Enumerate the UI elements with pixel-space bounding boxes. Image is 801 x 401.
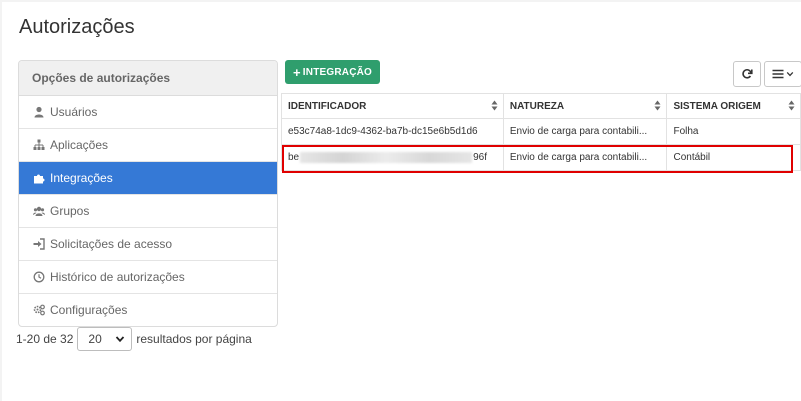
columns-menu-button[interactable]	[764, 61, 801, 87]
chevron-down-icon	[786, 71, 794, 77]
table-row[interactable]: be 96f Envio de carga para contabili... C…	[281, 144, 801, 171]
cell-identificador: be 96f	[281, 144, 504, 171]
cell-natureza: Envio de carga para contabili...	[502, 118, 668, 145]
add-integration-label: INTEGRAÇÃO	[302, 66, 373, 78]
refresh-button[interactable]	[733, 61, 761, 87]
sidebar-header: Opções de autorizações	[19, 61, 277, 96]
sidebar-item-label: Aplicações	[50, 138, 109, 152]
gears-icon	[33, 304, 45, 316]
sign-in-icon	[33, 238, 45, 250]
sidebar: Opções de autorizações Usuários Aplicaçõ…	[18, 60, 278, 327]
sidebar-item-aplicacoes[interactable]: Aplicações	[19, 129, 277, 162]
sitemap-icon	[33, 139, 45, 151]
table-row[interactable]: e53c74a8-1dc9-4362-ba7b-dc15e6b5d1d6 Env…	[281, 118, 801, 145]
pagination-suffix: resultados por página	[136, 332, 252, 346]
sidebar-item-label: Grupos	[50, 204, 90, 218]
add-integration-button[interactable]: + INTEGRAÇÃO	[285, 60, 381, 84]
users-icon	[33, 205, 45, 217]
sort-icon	[788, 100, 795, 111]
sidebar-item-label: Configurações	[50, 303, 128, 317]
column-header-label: IDENTIFICADOR	[288, 100, 367, 112]
cell-sistema-origem: Contábil	[666, 144, 801, 171]
cell-sistema-origem: Folha	[666, 118, 801, 145]
column-header-sistema-origem[interactable]: SISTEMA ORIGEM	[666, 93, 801, 119]
history-icon	[33, 271, 45, 283]
refresh-icon	[742, 69, 753, 79]
list-icon	[772, 69, 784, 79]
pagination-range: 1-20 de 32	[16, 332, 74, 346]
sidebar-item-configuracoes[interactable]: Configurações	[19, 294, 277, 326]
sidebar-item-label: Solicitações de acesso	[50, 237, 173, 251]
sidebar-item-label: Usuários	[50, 105, 98, 119]
sidebar-item-integracoes[interactable]: Integrações	[19, 162, 277, 195]
cell-natureza: Envio de carga para contabili...	[502, 144, 668, 171]
column-header-natureza[interactable]: NATUREZA	[502, 93, 668, 119]
sort-icon	[491, 100, 498, 111]
cell-identificador: e53c74a8-1dc9-4362-ba7b-dc15e6b5d1d6	[281, 118, 504, 145]
sort-icon	[654, 100, 661, 111]
page-size-value: 20	[88, 332, 102, 346]
sidebar-item-label: Histórico de autorizações	[50, 270, 185, 284]
page-size-select[interactable]: 20	[77, 327, 133, 351]
table-header-row: IDENTIFICADOR NATUREZA SISTEMA ORIGEM	[281, 93, 801, 119]
column-header-label: SISTEMA ORIGEM	[673, 100, 761, 112]
column-header-label: NATUREZA	[509, 100, 565, 112]
puzzle-icon	[33, 172, 45, 184]
sidebar-item-label: Integrações	[50, 171, 113, 185]
user-icon	[33, 106, 45, 118]
page-title: Autorizações	[19, 16, 135, 38]
identificador-start: be	[288, 152, 300, 164]
sidebar-item-usuarios[interactable]: Usuários	[19, 96, 277, 129]
sidebar-item-grupos[interactable]: Grupos	[19, 195, 277, 228]
redacted-text	[300, 151, 473, 163]
sidebar-item-historico[interactable]: Histórico de autorizações	[19, 261, 277, 294]
chevron-down-icon	[116, 336, 125, 343]
integrations-table: IDENTIFICADOR NATUREZA SISTEMA ORIGEM e5…	[281, 93, 801, 171]
pagination: 1-20 de 32 20 resultados por página	[16, 327, 252, 351]
identificador-end: 96f	[473, 152, 488, 164]
plus-icon: +	[293, 64, 301, 80]
page: Autorizações Opções de autorizações Usuá…	[2, 2, 801, 401]
sidebar-item-solicitacoes[interactable]: Solicitações de acesso	[19, 228, 277, 261]
column-header-identificador[interactable]: IDENTIFICADOR	[281, 93, 504, 119]
